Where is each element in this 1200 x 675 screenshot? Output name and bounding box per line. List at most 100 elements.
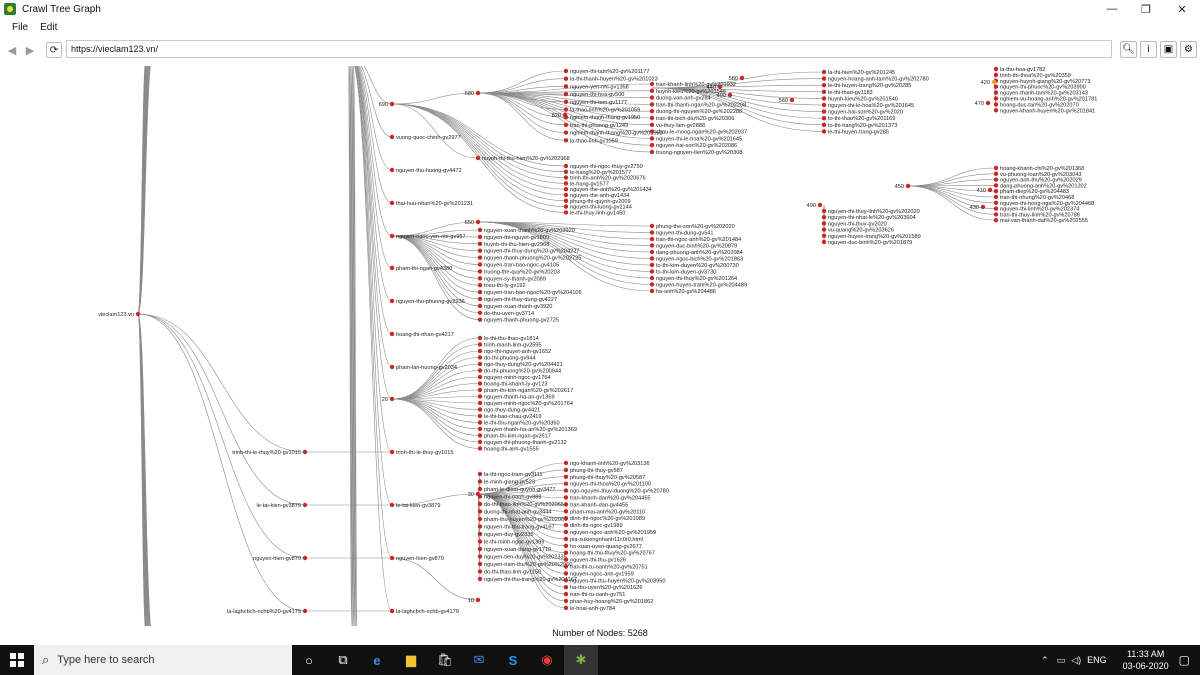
tree-node[interactable] [477,446,483,451]
search-icon[interactable]: 🔍︎ [1120,41,1137,58]
tree-node[interactable] [475,155,481,161]
tree-node[interactable] [789,97,795,103]
tree-node-label[interactable]: do-thi-phuong%20-gv%200944 [484,369,561,375]
tree-node-label[interactable]: tran-khanh-linh%20-gv%201932 [656,82,736,88]
tree-node-label[interactable]: duong-thi-nguyen%20-gv%202288 [656,109,742,115]
tree-node-label[interactable]: nguyen-thi-thuy%20-gv%201264 [656,276,737,282]
tree-node-label[interactable]: la-laghcbch-nchb-gv4179 [396,609,459,615]
tree-node-label[interactable]: truong-the-quy%20-gv%20203 [484,269,560,275]
tree-node[interactable] [821,89,827,94]
tree-node[interactable] [649,288,655,294]
tree-node[interactable] [475,597,481,603]
tree-node-label[interactable]: nguyen-ngoc-yen-nhi-gv957 [396,234,466,240]
tree-node[interactable] [649,115,655,121]
tree-node[interactable] [389,167,395,173]
tree-node-label[interactable]: vieclam123.vn [98,312,134,318]
tree-node[interactable] [739,75,745,81]
tree-node[interactable] [389,449,395,455]
tree-node[interactable] [563,557,569,562]
tree-node-label[interactable]: nguyen-duc-binh%20-gv%201879 [828,240,912,246]
tree-node-label[interactable]: nguyen-duy-gv2335 [484,532,533,538]
tree-node-label[interactable]: la-laghcbch-nchb%20-gv4179 [227,609,301,615]
tree-node-label[interactable]: to-thi-thao%20-gv%201169 [828,116,895,122]
crawl-tree-app-icon[interactable]: ✱ [564,645,598,675]
tree-node-label[interactable]: to-thi-hang%20-gv%201373 [828,123,897,129]
tree-node[interactable] [649,136,655,141]
tree-node-label[interactable]: 30 [468,492,474,498]
tree-node[interactable] [993,200,999,205]
tree-node-label[interactable]: nguyen-ngoc-anh-gv1959 [570,571,634,577]
tree-node[interactable] [477,439,483,445]
tree-node[interactable] [477,276,483,281]
tree-node[interactable] [563,495,569,500]
tree-node-label[interactable]: pham-mai-anh%20-gv%20110 [570,509,645,515]
tree-node[interactable] [821,208,827,214]
tree-node[interactable] [821,96,827,101]
tree-node[interactable] [993,218,999,223]
tree-node[interactable] [980,204,986,210]
tree-node[interactable] [477,255,483,260]
tree-node-label[interactable]: ho-xuan-uyen-quang-gv2677 [570,544,642,550]
tree-node[interactable] [477,420,483,425]
tree-node[interactable] [477,387,483,393]
tree-node-label[interactable]: nguyen-thi-thu-huyen%20-gv%203950 [570,578,665,584]
tree-node[interactable] [993,90,999,95]
tree-node[interactable] [563,571,569,576]
tree-node[interactable] [563,481,569,486]
tree-node[interactable] [389,396,395,402]
tree-node[interactable] [477,426,483,432]
tree-node[interactable] [302,608,308,614]
tree-node-label[interactable]: le-thi-bao-chau-gv2419 [484,414,542,420]
tree-node[interactable] [563,130,569,135]
tree-node-label[interactable]: nguyen-minh-ngoc-gv1764 [484,375,551,381]
tree-node[interactable] [302,502,308,508]
tree-node[interactable] [993,206,999,211]
tree-node[interactable] [563,169,569,174]
tree-node[interactable] [563,84,569,89]
tree-node[interactable] [821,76,827,81]
tree-node[interactable] [302,555,308,561]
tree-node-label[interactable]: tran-thi-tu-oanh%20-gv%20751 [570,565,648,571]
tree-node[interactable] [563,543,569,548]
language-indicator[interactable]: ENG [1087,655,1107,665]
tree-node-label[interactable]: tran-thi-tu-oanh-gv751 [570,592,625,598]
tree-node-label[interactable]: 10 [468,598,474,604]
tree-node[interactable] [821,102,827,108]
tree-node-label[interactable]: vu-quang%20-gv%203626 [828,228,894,234]
tree-node-label[interactable]: nguyen-thanh-phuong-gv2725 [484,318,559,324]
tree-node[interactable] [477,374,483,380]
tree-node[interactable] [475,219,481,225]
tree-node[interactable] [563,122,569,128]
tree-node-label[interactable]: nguyen-thi-thuy-linh%20-gv%202020 [828,209,920,215]
tree-node[interactable] [389,265,395,271]
tree-node-label[interactable]: nguyen-tran-bao-ngoc%20-gv%204105 [484,290,582,296]
tree-node-label[interactable]: la-thi-ngoc-tram-gv3111 [484,472,543,478]
notification-icon[interactable]: ▢ [1179,653,1190,667]
tree-node[interactable] [563,187,569,192]
tree-node-label[interactable]: la-thi-thanh-huyen%20-gv%201023 [570,77,658,83]
tree-node[interactable] [477,494,483,499]
tree-node[interactable] [821,122,827,127]
tree-node-label[interactable]: dinh-thi-ngoc%20-gv%201989 [570,516,645,522]
tree-node[interactable] [649,249,655,255]
tree-node-label[interactable]: pham-lan-huong-gv2034 [396,365,457,371]
tree-node-label[interactable]: nguyen-sy-thanh-gv2089 [484,276,546,282]
tree-node[interactable] [563,522,569,528]
tree-node-label[interactable]: nguyen-yen-nhi-gv1358 [570,84,629,90]
tree-node-label[interactable]: le-thi-thu-ngan%20-gv%20360 [484,421,560,427]
tree-node[interactable] [477,310,483,315]
menu-file[interactable]: File [12,22,28,33]
tree-node[interactable] [477,283,483,288]
tree-node-label[interactable]: nguyen-hoang-anh-tam%20-gv%202780 [828,77,929,83]
tree-node-label[interactable]: le-hoai-anh-gv784 [570,606,615,612]
tree-node-label[interactable]: nguyen-thi-dung-gv541 [656,231,714,237]
crawl-tree-canvas[interactable]: vieclam123.vn trinh-thi-le-thuy%20-gv1015… [0,66,1200,626]
tree-node[interactable] [477,342,483,347]
tree-node[interactable] [477,576,483,582]
tree-node[interactable] [563,585,569,590]
tree-node[interactable] [563,163,569,169]
tree-node[interactable] [563,529,569,535]
tree-node-label[interactable]: 690 [379,102,388,108]
tree-node[interactable] [477,394,483,399]
tree-node[interactable] [477,569,483,574]
